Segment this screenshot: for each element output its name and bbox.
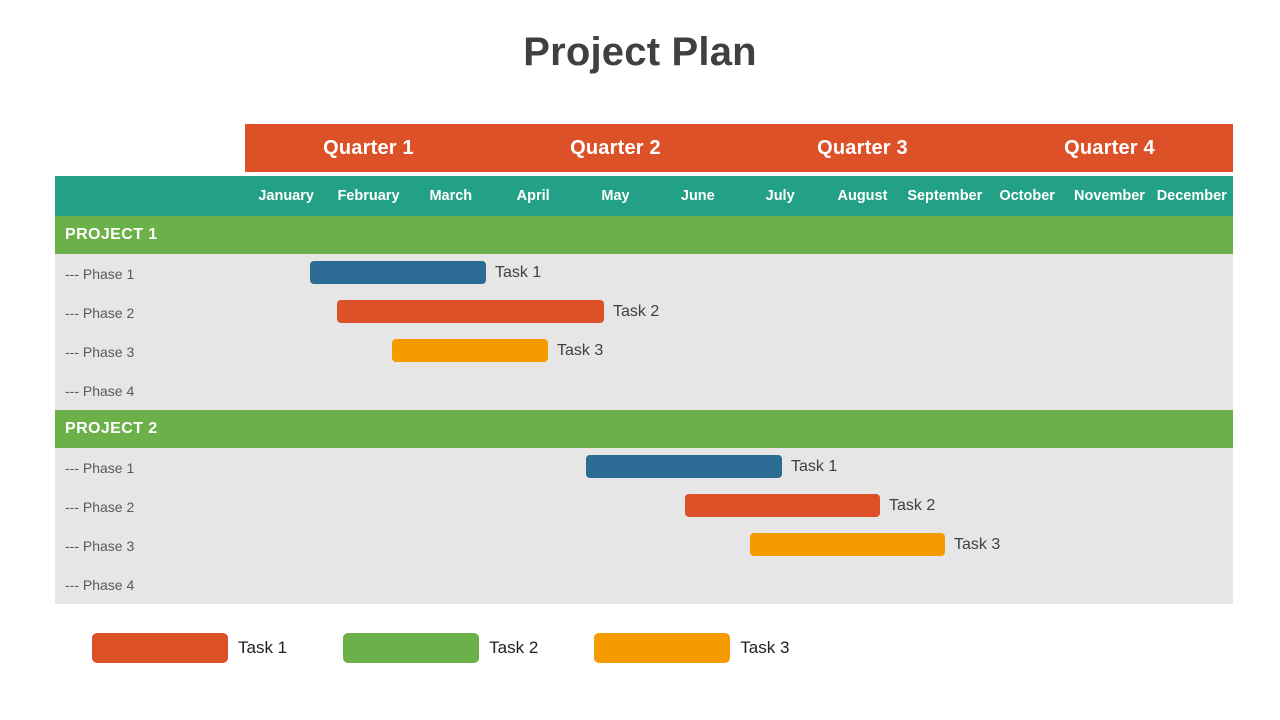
phase-row: --- Phase 2 [55,487,1233,526]
legend-swatch [343,633,480,663]
month-header-cell: December [1156,188,1227,204]
phase-row: --- Phase 3 [55,332,1233,371]
task-bar-label: Task 1 [495,263,542,281]
legend-item[interactable]: Task 2 [343,633,538,663]
month-header-cell: January [258,188,314,204]
task-bar[interactable] [310,261,486,284]
task-bar[interactable] [750,533,945,556]
task-bar-label: Task 2 [889,496,936,514]
task-bar-label: Task 3 [557,341,604,359]
month-header-cell: April [516,188,550,204]
legend-label: Task 3 [740,638,790,657]
month-header-cell: October [999,188,1055,204]
phase-label: --- Phase 4 [65,576,135,593]
phase-label: --- Phase 1 [65,459,135,476]
month-header-cell: February [337,188,400,204]
phase-area: --- Phase 1 --- Phase 2 --- Phase 3 --- Pha… [55,254,1233,410]
quarter-header-cell: Quarter 2 [492,124,739,172]
quarter-header-cell: Quarter 3 [739,124,986,172]
project-band[interactable]: PROJECT 1 [55,216,1233,254]
task-bar[interactable] [685,494,880,517]
projects-container: PROJECT 1 --- Phase 1 --- Phase 2 --- Phase… [55,216,1233,604]
month-header-cell: March [429,188,473,204]
task-bar-label: Task 2 [613,302,660,320]
phase-row: --- Phase 1 [55,254,1233,293]
legend-swatch [594,633,731,663]
month-header-cell: August [837,188,888,204]
legend-swatch [92,633,228,663]
task-bar[interactable] [586,455,782,478]
legend-label: Task 2 [489,638,539,657]
phase-row: --- Phase 3 [55,526,1233,565]
page-title: Project Plan [523,30,757,74]
quarter-header-cell: Quarter 4 [986,124,1233,172]
quarter-header-row: Quarter 1 Quarter 2 Quarter 3 Quarter 4 [245,124,1233,172]
month-row-spacer [55,176,245,216]
project-band[interactable]: PROJECT 2 [55,410,1233,448]
month-header-cell: June [680,188,715,204]
phase-label: --- Phase 4 [65,382,135,399]
quarter-header-cell: Quarter 1 [245,124,492,172]
phase-label: --- Phase 2 [65,304,135,321]
phase-label: --- Phase 3 [65,537,135,554]
legend-label: Task 1 [238,638,288,657]
phase-row: --- Phase 4 [55,371,1233,410]
month-header-cell: May [601,188,630,204]
task-bar-label: Task 3 [954,535,1001,553]
month-header-cell: July [765,188,795,204]
gantt-chart: Quarter 1 Quarter 2 Quarter 3 Quarter 4 Jan… [55,124,1233,604]
legend-item[interactable]: Task 1 [92,633,287,663]
legend: Task 1 Task 2 Task 3 [92,633,845,663]
phase-area: --- Phase 1 --- Phase 2 --- Phase 3 --- Pha… [55,448,1233,604]
legend-item[interactable]: Task 3 [594,633,789,663]
task-bar[interactable] [392,339,548,362]
month-header-row: January February March April May June July Augu… [55,176,1233,216]
month-header-cell: September [907,188,983,204]
phase-label: --- Phase 1 [65,265,135,282]
month-header-cell: November [1073,188,1145,204]
task-bar[interactable] [337,300,604,323]
phase-label: --- Phase 3 [65,343,135,360]
task-bar-label: Task 1 [791,457,838,475]
phase-row: --- Phase 4 [55,565,1233,604]
phase-label: --- Phase 2 [65,498,135,515]
